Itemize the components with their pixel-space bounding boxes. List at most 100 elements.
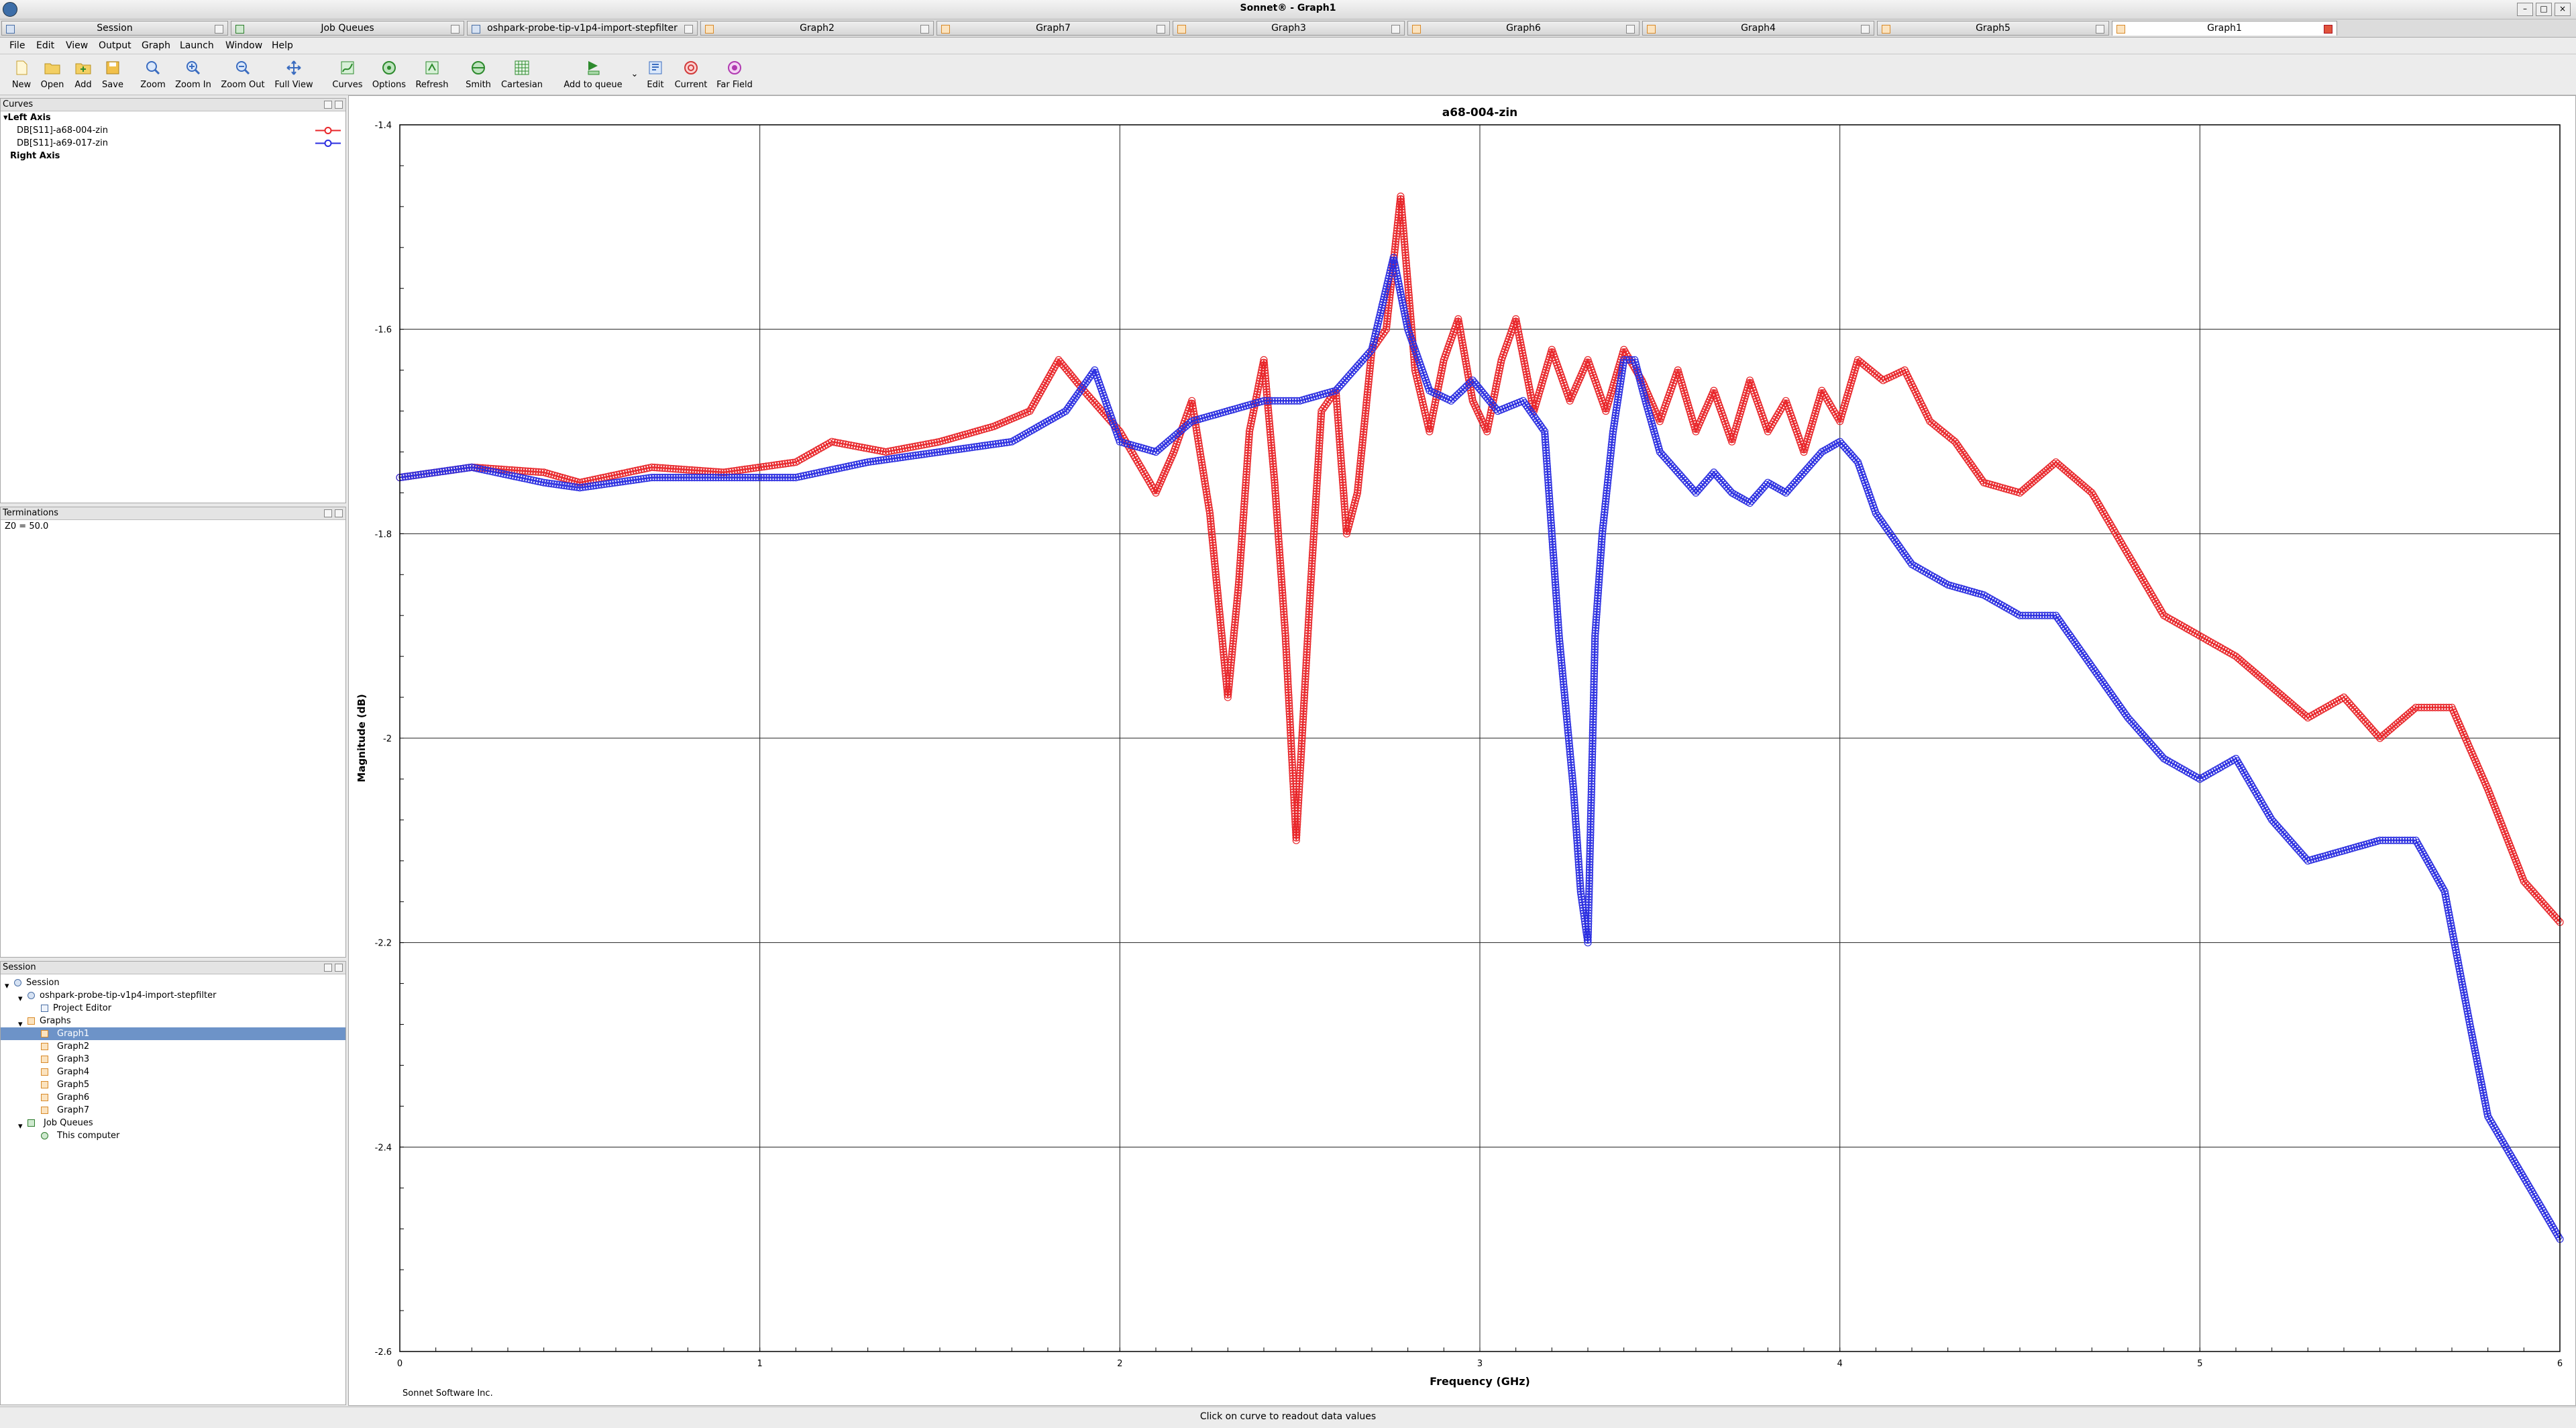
tree-item-graph5[interactable]: Graph5 — [1, 1078, 345, 1091]
cartesian-icon — [515, 60, 529, 75]
menu-help[interactable]: Help — [272, 40, 293, 51]
restore-panel-icon[interactable] — [324, 964, 332, 972]
zoom-in-button[interactable]: Zoom In — [166, 57, 220, 90]
curve-legend-red-icon — [315, 127, 341, 134]
x-axis-label: Frequency (GHz) — [1430, 1375, 1530, 1388]
minimize-button[interactable]: – — [2517, 3, 2533, 16]
close-tab-icon[interactable] — [2324, 25, 2332, 34]
tree-item-this-computer[interactable]: This computer — [1, 1129, 345, 1142]
tree-item-graph7[interactable]: Graph7 — [1, 1104, 345, 1117]
restore-panel-icon[interactable] — [324, 509, 332, 517]
chevron-down-icon: ▾ — [5, 981, 9, 991]
graph-chart[interactable]: 0 1 2 3 4 5 6 -1.4 -1.6 -1.8 -2 -2.2 -2.4 -2.6 a68-00… — [349, 96, 2575, 1405]
tab-graph3[interactable]: Graph3 — [1173, 21, 1405, 36]
tab-graph4[interactable]: Graph4 — [1642, 21, 1874, 36]
close-tab-icon[interactable] — [215, 25, 223, 34]
left-axis-node[interactable]: ▾Left Axis — [1, 111, 345, 124]
graph-icon — [41, 1094, 48, 1101]
options-icon — [382, 61, 396, 74]
close-tab-icon[interactable] — [684, 25, 693, 34]
close-tab-icon[interactable] — [2096, 25, 2104, 34]
graph-icon — [1177, 25, 1186, 34]
tab-graph5[interactable]: Graph5 — [1877, 21, 2109, 36]
x-tick-label: 5 — [2197, 1359, 2202, 1369]
toolbar-label: Cartesian — [500, 80, 543, 90]
y-tick-label: -1.4 — [375, 121, 392, 131]
menu-launch[interactable]: Launch — [180, 40, 214, 51]
close-tab-icon[interactable] — [1391, 25, 1400, 34]
tab-job-queues[interactable]: Job Queues — [231, 21, 464, 36]
close-panel-icon[interactable] — [335, 509, 343, 517]
close-tab-icon[interactable] — [1157, 25, 1165, 34]
tree-item-graphs[interactable]: ▾ Graphs — [1, 1015, 345, 1029]
right-axis-node[interactable]: Right Axis — [1, 150, 345, 162]
curves-panel-header: Curves — [1, 99, 345, 111]
tree-label: Graph1 — [57, 1029, 90, 1039]
x-tick-label: 6 — [2557, 1359, 2563, 1369]
close-panel-icon[interactable] — [335, 964, 343, 972]
graph-icon — [2116, 25, 2125, 34]
tab-graph6[interactable]: Graph6 — [1407, 21, 1640, 36]
menu-graph[interactable]: Graph — [142, 40, 170, 51]
queue-icon — [28, 1119, 35, 1127]
save-icon — [106, 61, 119, 74]
close-tab-icon[interactable] — [1626, 25, 1635, 34]
tree-item-graph4[interactable]: Graph4 — [1, 1066, 345, 1078]
menu-output[interactable]: Output — [99, 40, 131, 51]
x-tick-label: 4 — [1837, 1359, 1843, 1369]
tab-label: Graph7 — [1036, 23, 1071, 34]
zoom-out-button[interactable]: Zoom Out — [216, 57, 270, 90]
close-window-button[interactable]: × — [2555, 3, 2571, 16]
close-tab-icon[interactable] — [1861, 25, 1870, 34]
menu-file[interactable]: File — [9, 40, 25, 51]
close-tab-icon[interactable] — [451, 25, 460, 34]
tree-item-graph1[interactable]: Graph1 — [1, 1027, 345, 1040]
tab-label: Graph2 — [800, 23, 835, 34]
panel-title: Terminations — [3, 508, 59, 518]
graph-icon — [941, 25, 950, 34]
add-to-queue-button[interactable]: Add to queue — [559, 57, 627, 90]
close-panel-icon[interactable] — [335, 101, 343, 109]
tree-item-graph3[interactable]: Graph3 — [1, 1053, 345, 1066]
tab-graph1[interactable]: Graph1 — [2112, 21, 2337, 36]
close-tab-icon[interactable] — [920, 25, 929, 34]
termination-value: Z0 = 50.0 — [5, 521, 49, 531]
x-tick-label: 2 — [1117, 1359, 1122, 1369]
tab-project[interactable]: oshpark-probe-tip-v1p4-import-stepfilter — [467, 21, 698, 36]
tree-label: oshpark-probe-tip-v1p4-import-stepfilter — [40, 990, 217, 1001]
tree-item-session[interactable]: ▾ Session — [1, 976, 345, 991]
tab-graph2[interactable]: Graph2 — [700, 21, 934, 36]
document-tabbar: Session Job Queues oshpark-probe-tip-v1p… — [0, 19, 2576, 38]
current-icon — [684, 61, 698, 74]
menu-window[interactable]: Window — [225, 40, 262, 51]
tree-item-project-editor[interactable]: Project Editor — [1, 1002, 345, 1015]
full-view-button[interactable]: Full View — [267, 57, 321, 90]
curve-item-a68[interactable]: DB[S11]-a68-004-zin — [1, 124, 345, 137]
tree-item-graph6[interactable]: Graph6 — [1, 1091, 345, 1104]
tab-label: Graph5 — [1976, 23, 2010, 34]
tree-item-graph2[interactable]: Graph2 — [1, 1040, 345, 1053]
far-field-button[interactable]: Far Field — [708, 57, 761, 90]
zoom-in-icon — [186, 61, 201, 75]
graph-icon — [41, 1107, 48, 1114]
tab-graph7[interactable]: Graph7 — [936, 21, 1170, 36]
menu-view[interactable]: View — [66, 40, 88, 51]
toolbar-label: Full View — [274, 80, 313, 90]
maximize-button[interactable]: □ — [2536, 3, 2552, 16]
cartesian-button[interactable]: Cartesian — [495, 57, 549, 90]
tree-label: Graph5 — [57, 1080, 90, 1090]
tree-label: Graphs — [40, 1016, 71, 1026]
y-tick-label: -2.6 — [375, 1347, 392, 1358]
refresh-button[interactable]: Refresh — [405, 57, 459, 90]
tree-item-project[interactable]: ▾ oshpark-probe-tip-v1p4-import-stepfilte… — [1, 989, 345, 1004]
tab-label: Job Queues — [321, 23, 374, 34]
tab-session[interactable]: Session — [1, 21, 228, 36]
tree-item-job-queues[interactable]: ▾ Job Queues — [1, 1117, 345, 1131]
curve-item-a69[interactable]: DB[S11]-a69-017-zin — [1, 137, 345, 150]
right-axis-label: Right Axis — [10, 151, 60, 161]
restore-panel-icon[interactable] — [324, 101, 332, 109]
menu-edit[interactable]: Edit — [36, 40, 54, 51]
window-titlebar: Sonnet® - Graph1 – □ × — [0, 0, 2576, 19]
toolbar-label: Zoom Out — [221, 80, 265, 90]
graph-icon — [1882, 25, 1890, 34]
